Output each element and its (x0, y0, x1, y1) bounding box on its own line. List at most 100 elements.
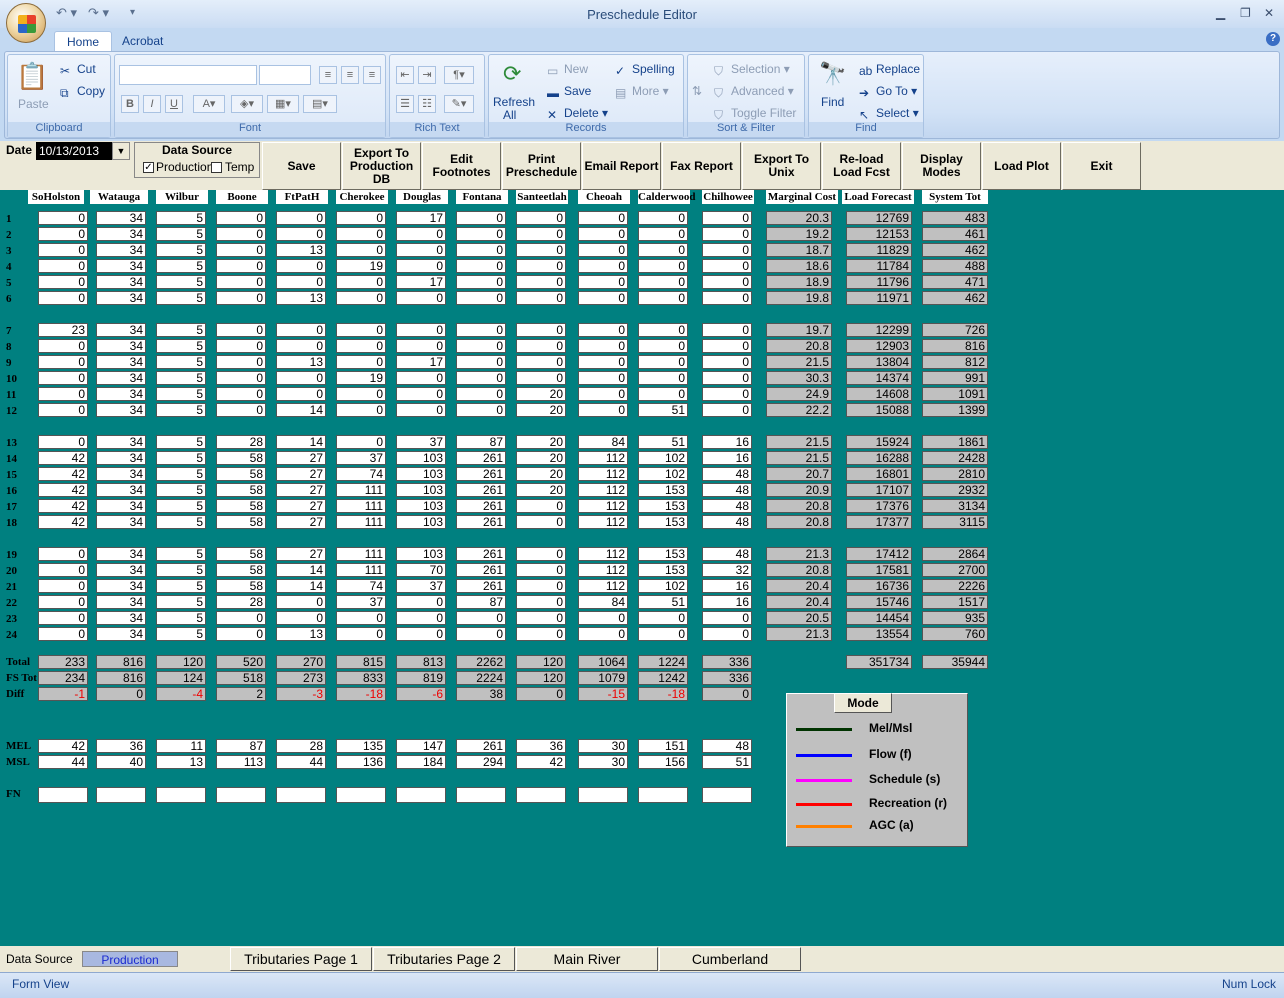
msl-cell[interactable]: 294 (456, 755, 506, 769)
table-cell[interactable]: 5 (156, 547, 206, 561)
table-cell[interactable]: 0 (638, 275, 688, 289)
table-cell[interactable]: 48 (702, 467, 752, 481)
table-cell[interactable]: 261 (456, 563, 506, 577)
table-cell[interactable]: 0 (702, 403, 752, 417)
table-cell[interactable]: 20 (516, 387, 566, 401)
table-cell[interactable]: 0 (276, 595, 326, 609)
table-cell[interactable]: 32 (702, 563, 752, 577)
mel-cell[interactable]: 42 (38, 739, 88, 753)
table-cell[interactable]: 103 (396, 451, 446, 465)
table-cell[interactable]: 0 (456, 403, 506, 417)
table-cell[interactable]: 0 (578, 611, 628, 625)
msl-cell[interactable]: 156 (638, 755, 688, 769)
table-cell[interactable]: 0 (456, 387, 506, 401)
table-cell[interactable]: 27 (276, 483, 326, 497)
table-cell[interactable]: 0 (702, 291, 752, 305)
table-cell[interactable]: 34 (96, 211, 146, 225)
table-cell[interactable]: 0 (396, 243, 446, 257)
table-cell[interactable]: 153 (638, 499, 688, 513)
table-cell[interactable]: 0 (396, 403, 446, 417)
table-cell[interactable]: 0 (578, 371, 628, 385)
table-cell[interactable]: 74 (336, 467, 386, 481)
table-cell[interactable]: 103 (396, 483, 446, 497)
decrease-indent-icon[interactable]: ⇤ (396, 66, 414, 84)
table-cell[interactable]: 87 (456, 595, 506, 609)
table-cell[interactable]: 23 (38, 323, 88, 337)
table-cell[interactable]: 5 (156, 499, 206, 513)
table-cell[interactable]: 34 (96, 451, 146, 465)
table-cell[interactable]: 27 (276, 547, 326, 561)
table-cell[interactable]: 58 (216, 467, 266, 481)
table-cell[interactable]: 34 (96, 403, 146, 417)
table-cell[interactable]: 0 (38, 259, 88, 273)
table-cell[interactable]: 0 (216, 387, 266, 401)
align-center-icon[interactable]: ≡ (341, 66, 359, 84)
table-cell[interactable]: 5 (156, 275, 206, 289)
table-cell[interactable]: 0 (638, 227, 688, 241)
paste-icon[interactable]: 📋 (16, 61, 48, 92)
table-cell[interactable]: 0 (38, 563, 88, 577)
table-cell[interactable]: 0 (396, 627, 446, 641)
table-cell[interactable]: 58 (216, 451, 266, 465)
table-cell[interactable]: 103 (396, 499, 446, 513)
table-cell[interactable]: 0 (38, 227, 88, 241)
table-cell[interactable]: 0 (38, 211, 88, 225)
table-cell[interactable]: 0 (216, 403, 266, 417)
table-cell[interactable]: 261 (456, 547, 506, 561)
table-cell[interactable]: 58 (216, 483, 266, 497)
spelling-button[interactable]: ✓ Spelling (615, 62, 675, 78)
table-cell[interactable]: 5 (156, 483, 206, 497)
table-cell[interactable]: 0 (38, 435, 88, 449)
table-cell[interactable]: 5 (156, 515, 206, 529)
table-cell[interactable]: 0 (276, 227, 326, 241)
table-cell[interactable]: 0 (38, 579, 88, 593)
cut-button[interactable]: ✂ Cut (60, 62, 96, 78)
table-cell[interactable]: 16 (702, 435, 752, 449)
table-cell[interactable]: 0 (516, 291, 566, 305)
table-cell[interactable]: 74 (336, 579, 386, 593)
table-cell[interactable]: 34 (96, 483, 146, 497)
table-cell[interactable]: 0 (336, 323, 386, 337)
table-cell[interactable]: 0 (456, 355, 506, 369)
msl-cell[interactable]: 42 (516, 755, 566, 769)
table-cell[interactable]: 0 (578, 259, 628, 273)
table-cell[interactable]: 0 (336, 275, 386, 289)
table-cell[interactable]: 0 (276, 275, 326, 289)
table-cell[interactable]: 0 (578, 227, 628, 241)
table-cell[interactable]: 5 (156, 467, 206, 481)
table-cell[interactable]: 5 (156, 291, 206, 305)
table-cell[interactable]: 0 (516, 515, 566, 529)
fn-cell[interactable] (396, 787, 446, 803)
table-cell[interactable]: 5 (156, 435, 206, 449)
table-cell[interactable]: 0 (456, 323, 506, 337)
table-cell[interactable]: 5 (156, 371, 206, 385)
table-cell[interactable]: 0 (216, 611, 266, 625)
msl-cell[interactable]: 30 (578, 755, 628, 769)
table-cell[interactable]: 112 (578, 467, 628, 481)
table-cell[interactable]: 103 (396, 547, 446, 561)
table-cell[interactable]: 0 (516, 259, 566, 273)
table-cell[interactable]: 0 (216, 243, 266, 257)
table-cell[interactable]: 112 (578, 451, 628, 465)
temp-checkbox[interactable] (211, 162, 222, 173)
table-cell[interactable]: 34 (96, 323, 146, 337)
table-cell[interactable]: 19 (336, 371, 386, 385)
table-cell[interactable]: 87 (456, 435, 506, 449)
restore-icon[interactable]: ❐ (1240, 6, 1251, 20)
table-cell[interactable]: 0 (638, 387, 688, 401)
table-cell[interactable]: 5 (156, 579, 206, 593)
binoculars-icon[interactable]: 🔭 (819, 61, 846, 87)
table-cell[interactable]: 0 (702, 323, 752, 337)
mel-cell[interactable]: 135 (336, 739, 386, 753)
table-cell[interactable]: 0 (216, 339, 266, 353)
advanced-button[interactable]: ⛉ Advanced ▾ (714, 84, 794, 100)
table-cell[interactable]: 102 (638, 579, 688, 593)
fn-cell[interactable] (638, 787, 688, 803)
table-cell[interactable]: 34 (96, 275, 146, 289)
table-cell[interactable]: 5 (156, 403, 206, 417)
cmd-reload-load-fcst-button[interactable]: Re-load Load Fcst (822, 142, 901, 190)
table-cell[interactable]: 0 (396, 611, 446, 625)
table-cell[interactable]: 111 (336, 499, 386, 513)
table-cell[interactable]: 111 (336, 483, 386, 497)
table-cell[interactable]: 261 (456, 451, 506, 465)
